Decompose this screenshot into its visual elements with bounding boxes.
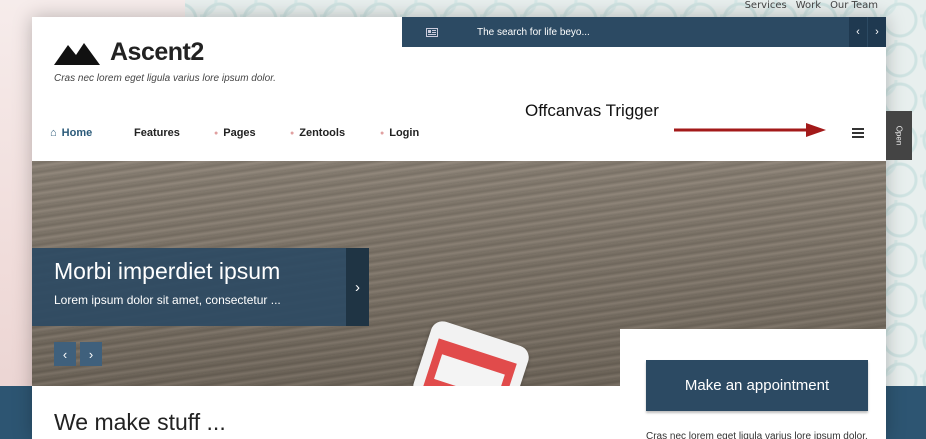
menu-item-home[interactable]: ⌂ Home <box>50 127 134 139</box>
menu-item-label: Login <box>389 127 420 139</box>
menu-item-zentools[interactable]: ● Zentools <box>290 127 380 139</box>
slide-prev-button[interactable]: ‹ <box>54 342 76 366</box>
annotation-arrow-icon <box>674 123 826 137</box>
logo[interactable]: Ascent2 <box>54 38 204 67</box>
slide-title: Morbi imperdiet ipsum <box>54 258 281 284</box>
news-ticker: The search for life beyo... ‹ › <box>402 17 886 47</box>
top-links: Services Work Our Team <box>745 0 878 11</box>
top-link-work[interactable]: Work <box>796 0 821 11</box>
appointment-text: Cras nec lorem eget ligula varius lore i… <box>646 431 868 439</box>
chevron-right-icon: › <box>355 278 360 296</box>
open-tab-label: Open <box>894 125 904 146</box>
ticker-next-button[interactable]: › <box>868 17 886 47</box>
menu-item-label: Zentools <box>299 127 346 139</box>
menu-item-label: Pages <box>223 127 256 139</box>
chevron-right-icon: › <box>875 26 879 38</box>
chevron-left-icon: ‹ <box>62 346 68 362</box>
bullet-icon: ● <box>380 129 385 137</box>
annotation-label: Offcanvas Trigger <box>525 101 659 120</box>
make-appointment-button[interactable]: Make an appointment <box>646 360 868 411</box>
menu-item-label: Home <box>61 127 93 139</box>
home-icon: ⌂ <box>50 127 57 139</box>
slide-read-more-button[interactable]: › <box>346 248 369 326</box>
ticker-prev-button[interactable]: ‹ <box>849 17 867 47</box>
page-container: Ascent2 Cras nec lorem eget ligula variu… <box>32 17 886 439</box>
slide-nav: ‹ › <box>54 342 102 366</box>
logo-text: Ascent2 <box>110 38 204 66</box>
main-menu: ⌂ Home Features ● Pages ● Zentools ● Log… <box>50 127 419 139</box>
appointment-card: Make an appointment Cras nec lorem eget … <box>620 329 886 439</box>
slide-next-button[interactable]: › <box>80 342 102 366</box>
chevron-right-icon: › <box>88 346 94 362</box>
bullet-icon: ● <box>290 129 295 137</box>
chevron-left-icon: ‹ <box>856 26 860 38</box>
newspaper-icon <box>402 17 462 47</box>
menu-item-login[interactable]: ● Login <box>380 127 419 139</box>
ticker-headline[interactable]: The search for life beyo... <box>462 27 848 38</box>
phone-image <box>410 318 532 386</box>
section-title: We make stuff ... <box>54 409 226 435</box>
tagline: Cras nec lorem eget ligula varius lore i… <box>54 73 276 84</box>
bullet-icon: ● <box>214 129 219 137</box>
top-link-services[interactable]: Services <box>745 0 787 11</box>
menu-item-label: Features <box>134 127 180 139</box>
mountain-logo-icon <box>54 42 100 65</box>
menu-item-pages[interactable]: ● Pages <box>214 127 290 139</box>
slide-caption: Morbi imperdiet ipsum Lorem ipsum dolor … <box>32 248 346 326</box>
top-link-our-team[interactable]: Our Team <box>830 0 878 11</box>
menu-item-features[interactable]: Features <box>134 127 214 139</box>
slide-subtitle: Lorem ipsum dolor sit amet, consectetur … <box>54 293 281 307</box>
offcanvas-open-tab[interactable]: Open <box>886 111 912 160</box>
offcanvas-trigger-menu-icon[interactable] <box>852 128 864 138</box>
